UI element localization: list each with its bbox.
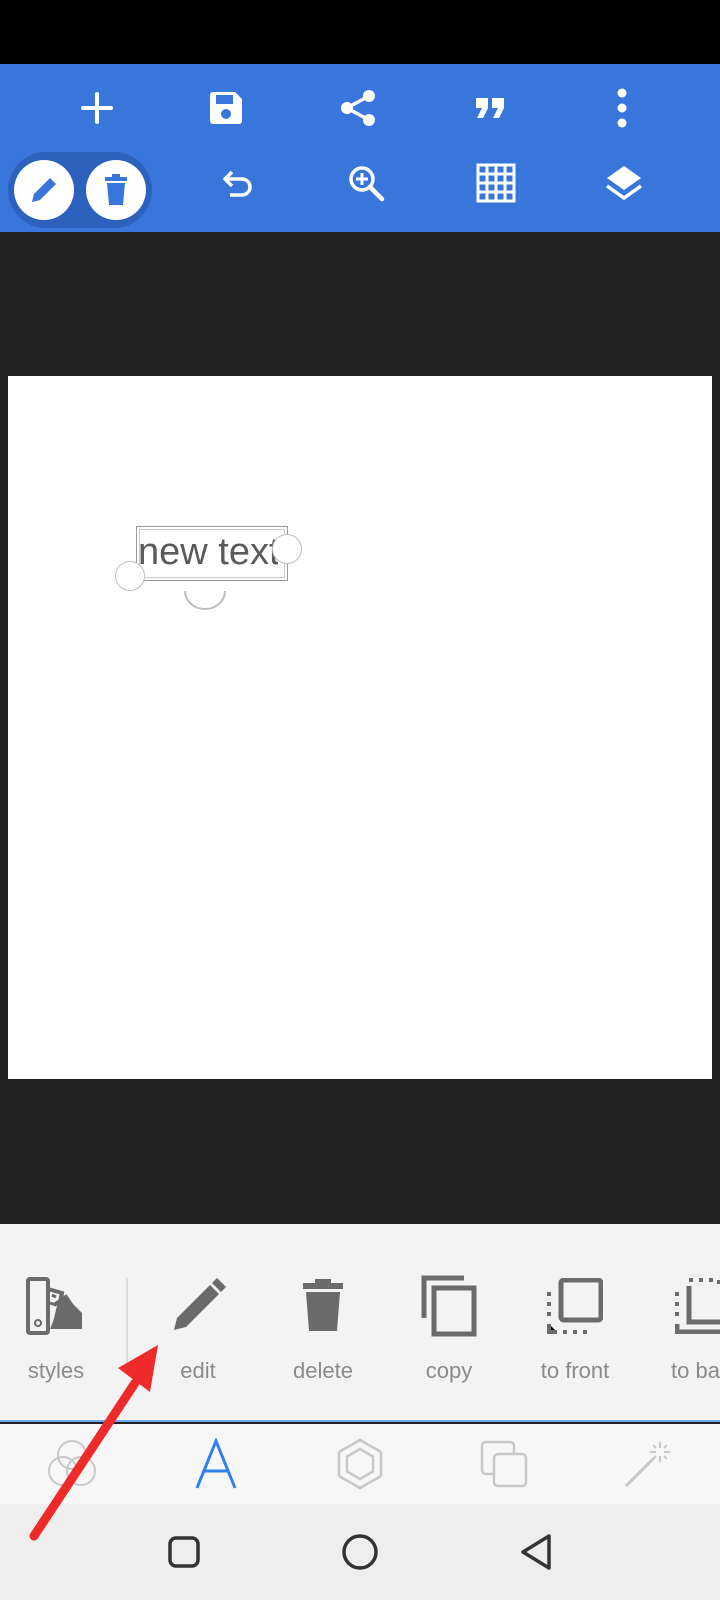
text-object-content[interactable]: new text	[138, 530, 278, 574]
hexagon-icon[interactable]	[324, 1432, 396, 1496]
recent-apps-icon[interactable]	[160, 1528, 208, 1576]
text-object[interactable]: new text	[115, 522, 302, 610]
bring-to-front-icon	[515, 1266, 635, 1346]
rotate-handle[interactable]	[182, 587, 228, 611]
drawing-canvas[interactable]: new text	[8, 376, 712, 1079]
layers-icon[interactable]	[592, 151, 656, 215]
home-icon[interactable]	[336, 1528, 384, 1576]
actions-divider	[126, 1278, 128, 1374]
copy-button[interactable]: copy	[389, 1266, 509, 1396]
color-circles-icon[interactable]	[36, 1432, 108, 1496]
system-nav-bar	[0, 1504, 720, 1600]
to-front-button[interactable]: to front	[515, 1266, 635, 1396]
trash-icon	[263, 1266, 383, 1346]
swatch-icon	[0, 1266, 116, 1346]
pencil-icon	[138, 1266, 258, 1346]
top-toolbar	[0, 64, 720, 232]
mode-toggle	[8, 152, 152, 228]
share-icon[interactable]	[326, 76, 390, 140]
to-back-button[interactable]: to bac	[641, 1266, 720, 1396]
scale-handle[interactable]	[272, 534, 302, 564]
save-icon[interactable]	[194, 76, 258, 140]
trash-icon[interactable]	[86, 160, 146, 220]
styles-button[interactable]: styles	[0, 1266, 116, 1396]
copy-icon	[389, 1266, 509, 1346]
back-icon[interactable]	[512, 1528, 560, 1576]
quote-icon[interactable]	[458, 76, 522, 140]
add-icon[interactable]	[65, 76, 129, 140]
magic-wand-icon[interactable]	[612, 1432, 684, 1496]
undo-icon[interactable]	[206, 151, 270, 215]
grid-icon[interactable]	[464, 151, 528, 215]
letter-a-icon[interactable]	[180, 1432, 252, 1496]
tool-tab-bar	[0, 1424, 720, 1504]
send-to-back-icon	[641, 1266, 720, 1346]
more-vert-icon[interactable]	[590, 76, 654, 140]
layers-square-icon[interactable]	[468, 1432, 540, 1496]
delete-button[interactable]: delete	[263, 1266, 383, 1396]
pencil-icon[interactable]	[14, 160, 74, 220]
object-actions-bar: styles edit delete copy to front to bac	[0, 1224, 720, 1422]
status-bar	[0, 0, 720, 64]
edit-button[interactable]: edit	[138, 1266, 258, 1396]
resize-handle[interactable]	[115, 561, 145, 591]
zoom-in-icon[interactable]	[334, 151, 398, 215]
